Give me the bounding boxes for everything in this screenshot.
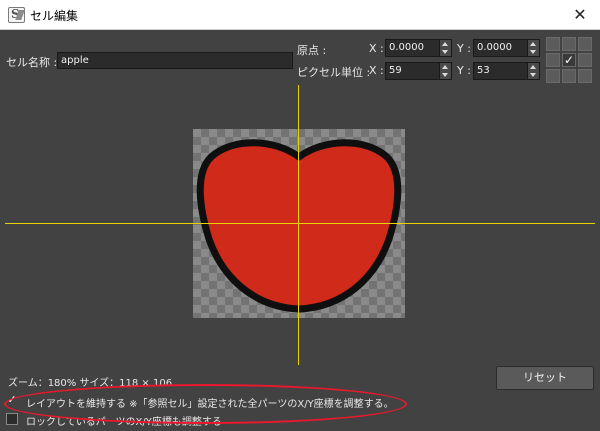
close-button[interactable]: ✕ bbox=[560, 0, 600, 29]
keep-layout-checkbox[interactable]: ✓ bbox=[6, 394, 18, 407]
title-bar: S セル編集 ✕ bbox=[0, 0, 600, 30]
origin-x-stepper[interactable] bbox=[439, 40, 451, 56]
pixel-x-stepper[interactable] bbox=[439, 63, 451, 79]
chevron-up-icon[interactable] bbox=[530, 65, 536, 69]
chevron-up-icon[interactable] bbox=[442, 65, 448, 69]
anchor-top-left[interactable] bbox=[546, 37, 560, 51]
chevron-down-icon[interactable] bbox=[442, 50, 448, 54]
origin-x-spinbox[interactable]: 0.0000 bbox=[385, 39, 452, 57]
chevron-up-icon[interactable] bbox=[442, 42, 448, 46]
cell-name-label: セル名称 : bbox=[6, 56, 58, 69]
anchor-bottom-center[interactable] bbox=[562, 69, 576, 83]
locked-parts-label: ロックしているパーツのX/Y座標も調整する bbox=[26, 417, 222, 428]
origin-x-value: 0.0000 bbox=[389, 42, 424, 53]
pixel-x-label: X : bbox=[369, 64, 384, 77]
anchor-grid: ✓ bbox=[546, 37, 592, 83]
locked-parts-checkbox[interactable] bbox=[6, 413, 18, 425]
zoom-size-status: ズーム：180% サイズ：118 × 106 bbox=[8, 378, 173, 389]
origin-x-label: X : bbox=[369, 42, 384, 55]
pixel-x-spinbox[interactable]: 59 bbox=[385, 62, 452, 80]
chevron-down-icon[interactable] bbox=[442, 73, 448, 77]
anchor-middle-left[interactable] bbox=[546, 53, 560, 67]
chevron-down-icon[interactable] bbox=[530, 50, 536, 54]
pixel-y-stepper[interactable] bbox=[527, 63, 539, 79]
vertical-guide-line bbox=[298, 85, 299, 365]
anchor-bottom-left[interactable] bbox=[546, 69, 560, 83]
origin-y-stepper[interactable] bbox=[527, 40, 539, 56]
origin-y-label: Y : bbox=[457, 42, 471, 55]
anchor-center-check-icon[interactable]: ✓ bbox=[562, 53, 576, 67]
anchor-middle-right[interactable] bbox=[578, 53, 592, 67]
keep-layout-label: レイアウトを維持する ※「参照セル」設定された全パーツのX/Y座標を調整する。 bbox=[26, 399, 394, 410]
pixel-y-label: Y : bbox=[457, 64, 471, 77]
chevron-up-icon[interactable] bbox=[530, 42, 536, 46]
origin-y-value: 0.0000 bbox=[477, 42, 512, 53]
origin-y-spinbox[interactable]: 0.0000 bbox=[473, 39, 540, 57]
pixel-y-value: 53 bbox=[477, 65, 490, 76]
origin-label: 原点 : bbox=[297, 44, 327, 57]
pixel-y-spinbox[interactable]: 53 bbox=[473, 62, 540, 80]
cell-name-input[interactable]: apple bbox=[57, 52, 293, 69]
pixel-unit-label: ピクセル単位 : bbox=[297, 66, 371, 79]
pixel-x-value: 59 bbox=[389, 65, 402, 76]
apple-shape bbox=[196, 139, 402, 313]
window-title: セル編集 bbox=[30, 9, 79, 23]
anchor-bottom-right[interactable] bbox=[578, 69, 592, 83]
chevron-down-icon[interactable] bbox=[530, 73, 536, 77]
horizontal-guide-line bbox=[5, 223, 595, 224]
app-icon: S bbox=[8, 7, 25, 23]
anchor-top-right[interactable] bbox=[578, 37, 592, 51]
anchor-top-center[interactable] bbox=[562, 37, 576, 51]
reset-button[interactable]: リセット bbox=[496, 366, 594, 390]
